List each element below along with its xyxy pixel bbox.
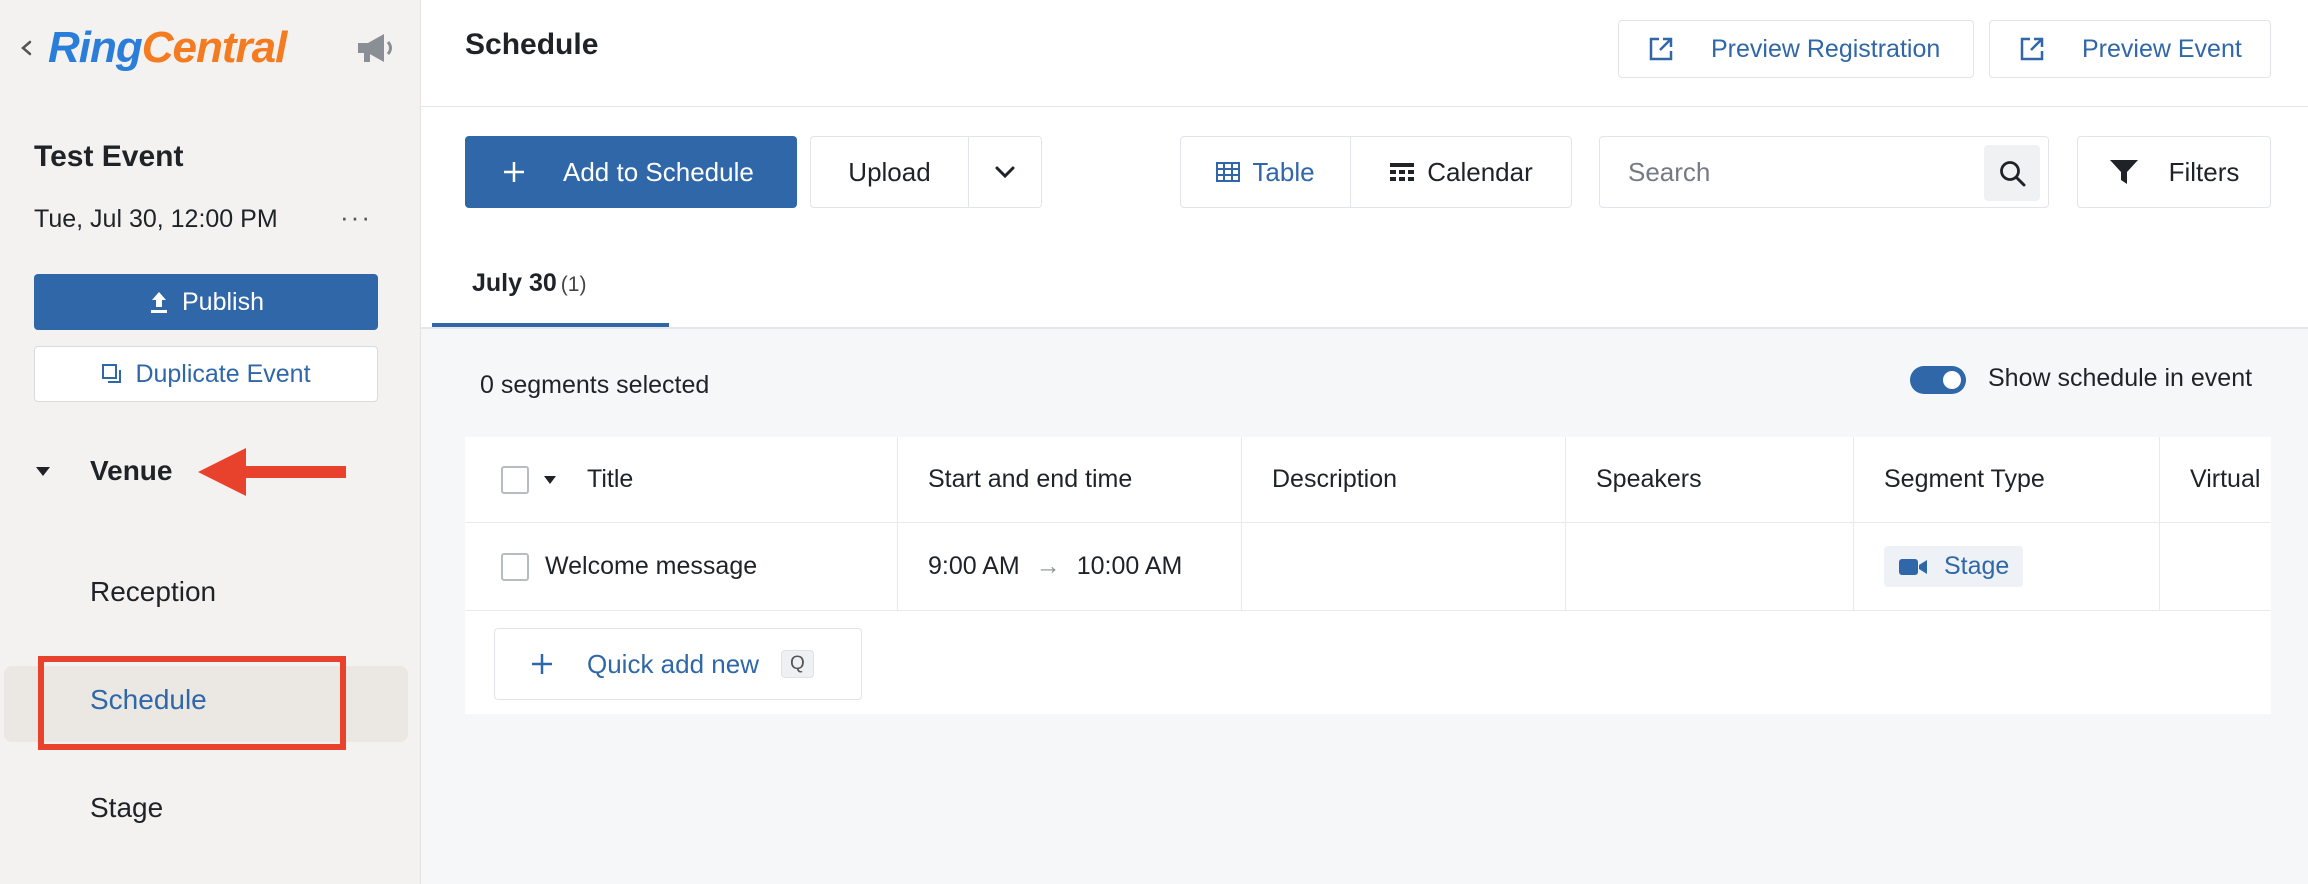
toggle-knob (1943, 371, 1961, 389)
sidebar: RingCentral Test Event Tue, Jul 30, 12:0… (0, 0, 421, 884)
view-table-label: Table (1252, 156, 1315, 187)
copy-icon (102, 364, 122, 383)
tab-date-text: July 30 (472, 269, 557, 297)
column-header-title[interactable]: Title (587, 437, 633, 522)
view-calendar-label: Calendar (1427, 156, 1533, 187)
filters-label: Filters (2168, 156, 2240, 187)
row-select-cell (501, 523, 529, 610)
logo-ring-text: Ring (48, 23, 143, 72)
select-all-cell (501, 437, 557, 522)
segments-selected-text: 0 segments selected (480, 371, 710, 399)
column-header-speakers[interactable]: Speakers (1565, 437, 1853, 522)
preview-registration-label: Preview Registration (1711, 34, 1941, 63)
arrow-right-icon: → (1035, 552, 1061, 580)
chevron-left-icon[interactable] (18, 34, 34, 62)
duplicate-event-label: Duplicate Event (135, 359, 311, 388)
row-segment-type: Stage (1853, 523, 2159, 610)
search-box (1599, 136, 2049, 208)
external-link-icon (1649, 37, 1673, 61)
ringcentral-logo[interactable]: RingCentral (48, 18, 288, 78)
caret-down-icon (36, 467, 50, 476)
toolbar: Add to Schedule Upload Table Calendar Se… (421, 107, 2308, 329)
logo-central-text: Central (141, 23, 288, 72)
show-schedule-label: Show schedule in event (1988, 364, 2253, 392)
venue-section-label: Venue (90, 455, 173, 486)
preview-event-label: Preview Event (2082, 34, 2242, 63)
keyboard-shortcut-badge: Q (780, 650, 814, 678)
filter-icon (2109, 160, 2138, 184)
event-date: Tue, Jul 30, 12:00 PM (34, 205, 278, 233)
show-schedule-toggle[interactable] (1910, 366, 1966, 394)
tab-july-30[interactable]: July 30 (1) (432, 227, 669, 327)
megaphone-icon[interactable] (354, 30, 398, 66)
caret-down-icon[interactable] (543, 475, 557, 485)
view-calendar-button[interactable]: Calendar (1351, 137, 1571, 207)
preview-registration-button[interactable]: Preview Registration (1618, 20, 1974, 78)
top-bar: Schedule Preview Registration Preview Ev… (421, 0, 2308, 107)
venue-section-toggle[interactable]: Venue (34, 446, 172, 496)
upload-dropdown-button[interactable] (969, 137, 1041, 207)
row-title[interactable]: Welcome message (545, 523, 757, 610)
row-end-time: 10:00 AM (1076, 552, 1183, 580)
preview-event-button[interactable]: Preview Event (1989, 20, 2271, 78)
row-time: 9:00 AM → 10:00 AM (897, 523, 1241, 610)
view-toggle: Table Calendar (1180, 136, 1572, 208)
duplicate-event-button[interactable]: Duplicate Event (34, 346, 378, 402)
plus-icon (504, 162, 524, 182)
quick-add-new-button[interactable]: Quick add new Q (494, 628, 862, 700)
add-to-schedule-button[interactable]: Add to Schedule (465, 136, 797, 208)
publish-label: Publish (182, 287, 264, 316)
column-header-time[interactable]: Start and end time (897, 437, 1241, 522)
column-header-virtual[interactable]: Virtual (2159, 437, 2271, 522)
quick-add-label: Quick add new (587, 648, 759, 679)
event-title: Test Event (34, 140, 184, 173)
row-virtual (2159, 523, 2271, 610)
add-to-schedule-label: Add to Schedule (563, 156, 754, 187)
select-all-checkbox[interactable] (501, 465, 529, 494)
column-header-description[interactable]: Description (1241, 437, 1565, 522)
sidebar-item-reception[interactable]: Reception (90, 576, 216, 608)
upload-split-button: Upload (810, 136, 1042, 208)
annotation-highlight-box (38, 656, 346, 750)
tab-label: July 30 (1) (472, 269, 586, 298)
sidebar-item-stage[interactable]: Stage (90, 792, 163, 824)
segment-type-tag: Stage (1884, 546, 2024, 587)
row-description (1241, 523, 1565, 610)
external-link-icon (2020, 37, 2044, 61)
search-icon (2000, 161, 2026, 187)
search-input[interactable] (1600, 137, 1980, 207)
publish-button[interactable]: Publish (34, 274, 378, 330)
filters-button[interactable]: Filters (2077, 136, 2271, 208)
table-header-row: Title Start and end time Description Spe… (465, 437, 2271, 523)
video-camera-icon (1899, 558, 1927, 575)
more-options-icon[interactable]: ··· (340, 204, 372, 230)
view-table-button[interactable]: Table (1181, 137, 1351, 207)
row-checkbox[interactable] (501, 552, 529, 581)
logo-row: RingCentral (0, 0, 421, 100)
segment-type-label: Stage (1944, 552, 2010, 580)
schedule-table: Title Start and end time Description Spe… (465, 437, 2271, 714)
chevron-down-icon (995, 166, 1015, 179)
annotation-arrow-icon (198, 448, 346, 496)
search-button[interactable] (1984, 145, 2040, 201)
table-icon (1216, 162, 1241, 182)
plus-icon (532, 654, 552, 674)
tab-count: (1) (560, 273, 587, 296)
calendar-grid-icon (1390, 163, 1415, 181)
table-row[interactable]: Welcome message 9:00 AM → 10:00 AM Stage (465, 523, 2271, 611)
row-start-time: 9:00 AM (928, 552, 1020, 580)
upload-button[interactable]: Upload (811, 137, 969, 207)
page-title: Schedule (465, 28, 599, 61)
row-speakers (1565, 523, 1853, 610)
upload-icon (151, 292, 167, 313)
column-header-segment-type[interactable]: Segment Type (1853, 437, 2159, 522)
